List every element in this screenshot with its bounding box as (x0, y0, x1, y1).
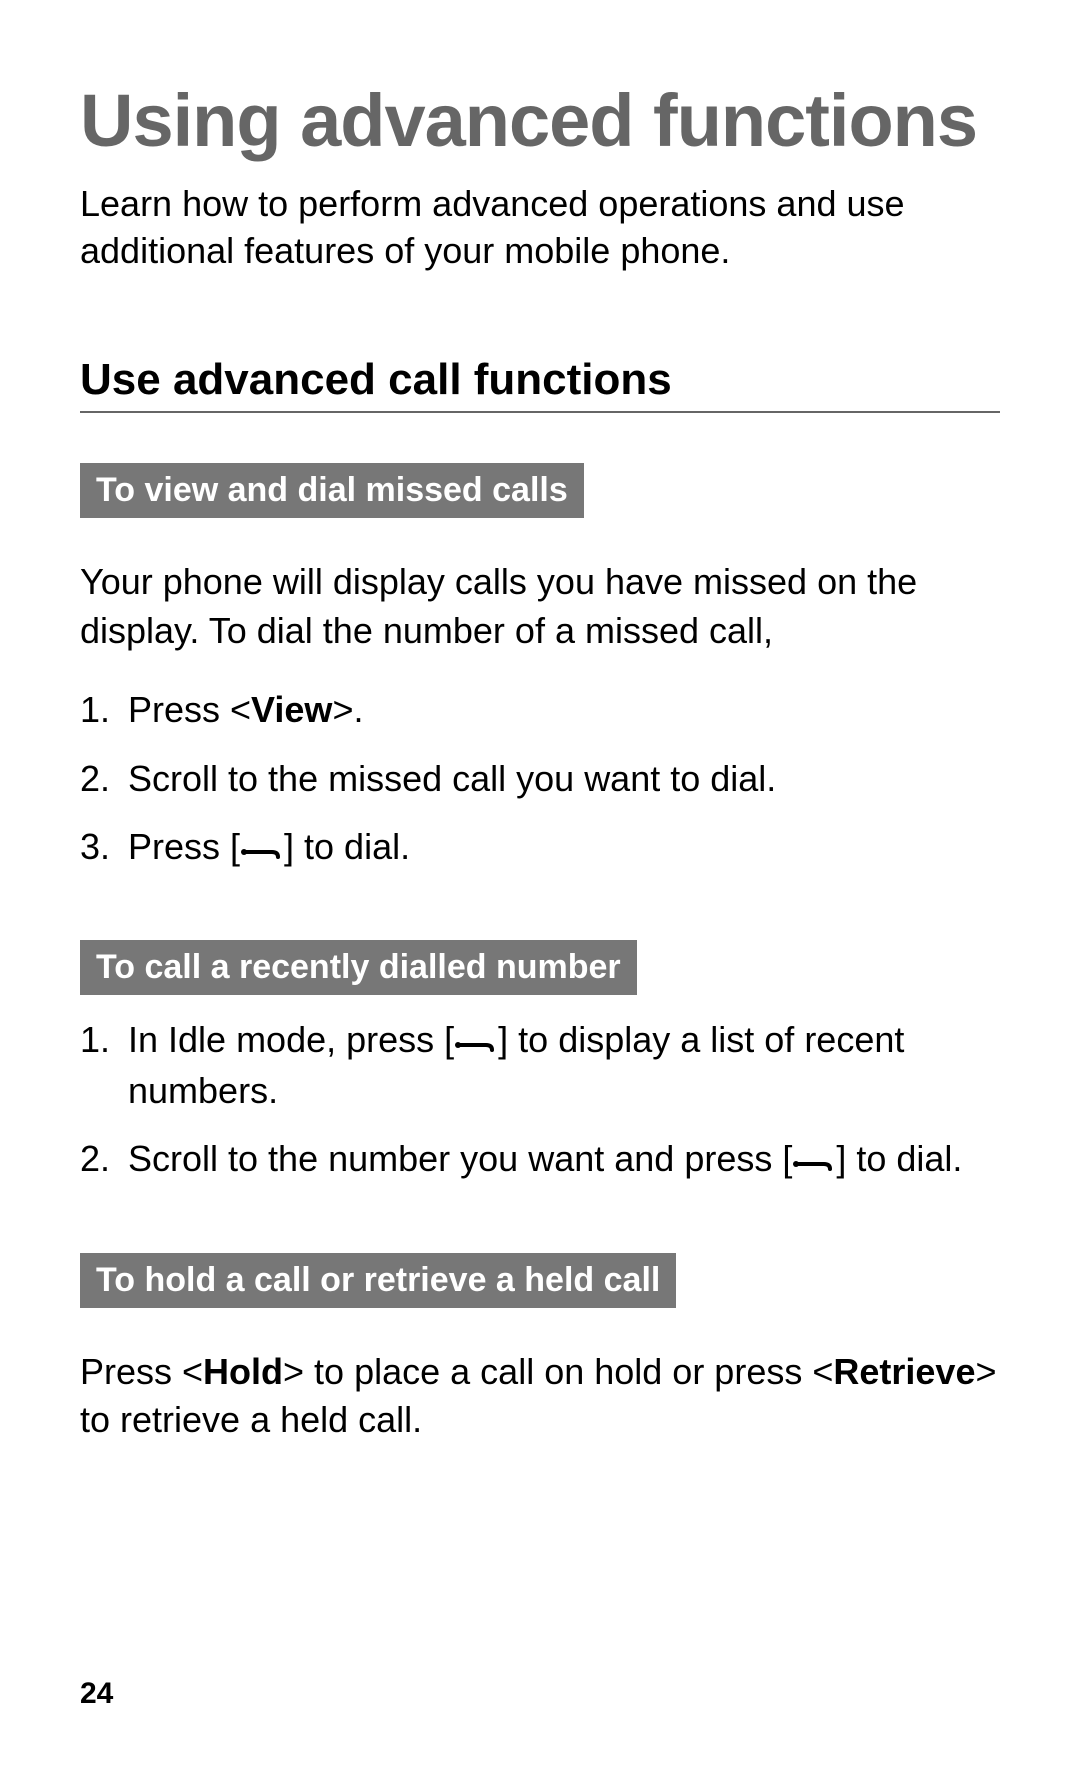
intro-paragraph: Learn how to perform advanced operations… (80, 181, 1000, 275)
call-key-icon (240, 841, 284, 863)
hold-call-body: Press <Hold> to place a call on hold or … (80, 1348, 1000, 1445)
call-key-icon (454, 1034, 498, 1056)
softkey-hold: Hold (203, 1351, 283, 1392)
missed-calls-steps: Press <View>. Scroll to the missed call … (80, 685, 1000, 872)
manual-page: Using advanced functions Learn how to pe… (0, 0, 1080, 1771)
step-text: Scroll to the number you want and press … (128, 1138, 792, 1179)
step-item: Press <View>. (80, 685, 1000, 735)
subheading-hold-call: To hold a call or retrieve a held call (80, 1253, 676, 1308)
step-text: ] to dial. (836, 1138, 962, 1179)
call-key-icon (792, 1153, 836, 1175)
subheading-missed-calls: To view and dial missed calls (80, 463, 584, 518)
softkey-retrieve: Retrieve (833, 1351, 975, 1392)
step-item: Scroll to the missed call you want to di… (80, 754, 1000, 804)
section-heading: Use advanced call functions (80, 355, 1000, 413)
page-number: 24 (80, 1677, 113, 1711)
body-text: Press < (80, 1351, 203, 1392)
step-text: Press < (128, 689, 251, 730)
step-text: In Idle mode, press [ (128, 1019, 454, 1060)
step-item: Press [ ] to dial. (80, 822, 1000, 872)
step-item: Scroll to the number you want and press … (80, 1134, 1000, 1184)
step-item: In Idle mode, press [] to display a list… (80, 1015, 1000, 1116)
step-text: Press [ (128, 826, 240, 867)
body-text: > to place a call on hold or press < (283, 1351, 833, 1392)
step-text: ] to dial. (284, 826, 410, 867)
missed-calls-description: Your phone will display calls you have m… (80, 558, 1000, 655)
page-title: Using advanced functions (80, 80, 1000, 161)
subheading-recent-number: To call a recently dialled number (80, 940, 637, 995)
step-text: >. (332, 689, 363, 730)
softkey-view: View (251, 689, 332, 730)
recent-number-steps: In Idle mode, press [] to display a list… (80, 1015, 1000, 1184)
